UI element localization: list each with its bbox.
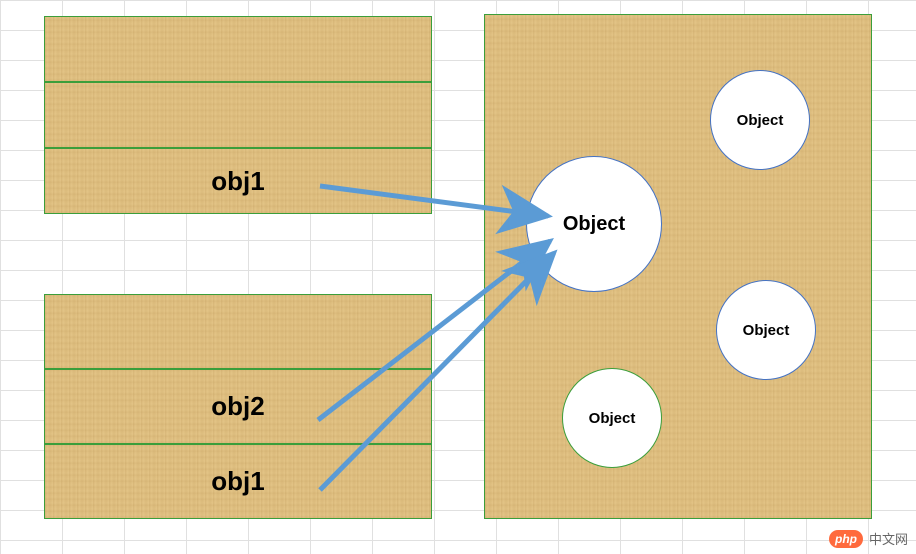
bottom-stack-row-2: obj1 bbox=[44, 444, 432, 519]
bottom-stack-row-1: obj2 bbox=[44, 369, 432, 444]
heap-object-main-label: Object bbox=[563, 213, 625, 236]
heap-object-main: Object bbox=[526, 156, 662, 292]
watermark-badge: php bbox=[829, 530, 863, 548]
top-stack-row-0 bbox=[44, 16, 432, 82]
heap-object-r: Object bbox=[716, 280, 816, 380]
watermark: php 中文网 bbox=[829, 529, 908, 548]
bottom-stack-row-0 bbox=[44, 294, 432, 369]
heap-object-r-label: Object bbox=[743, 322, 790, 339]
top-stack-row-2-label: obj1 bbox=[211, 166, 264, 197]
bottom-stack-row-1-label: obj2 bbox=[211, 391, 264, 422]
bottom-stack-row-2-label: obj1 bbox=[211, 466, 264, 497]
top-stack-row-1 bbox=[44, 82, 432, 148]
heap-object-b-label: Object bbox=[589, 410, 636, 427]
heap-object-tr: Object bbox=[710, 70, 810, 170]
watermark-text: 中文网 bbox=[869, 529, 908, 548]
heap-object-b: Object bbox=[562, 368, 662, 468]
top-stack-row-2: obj1 bbox=[44, 148, 432, 214]
heap-object-tr-label: Object bbox=[737, 112, 784, 129]
